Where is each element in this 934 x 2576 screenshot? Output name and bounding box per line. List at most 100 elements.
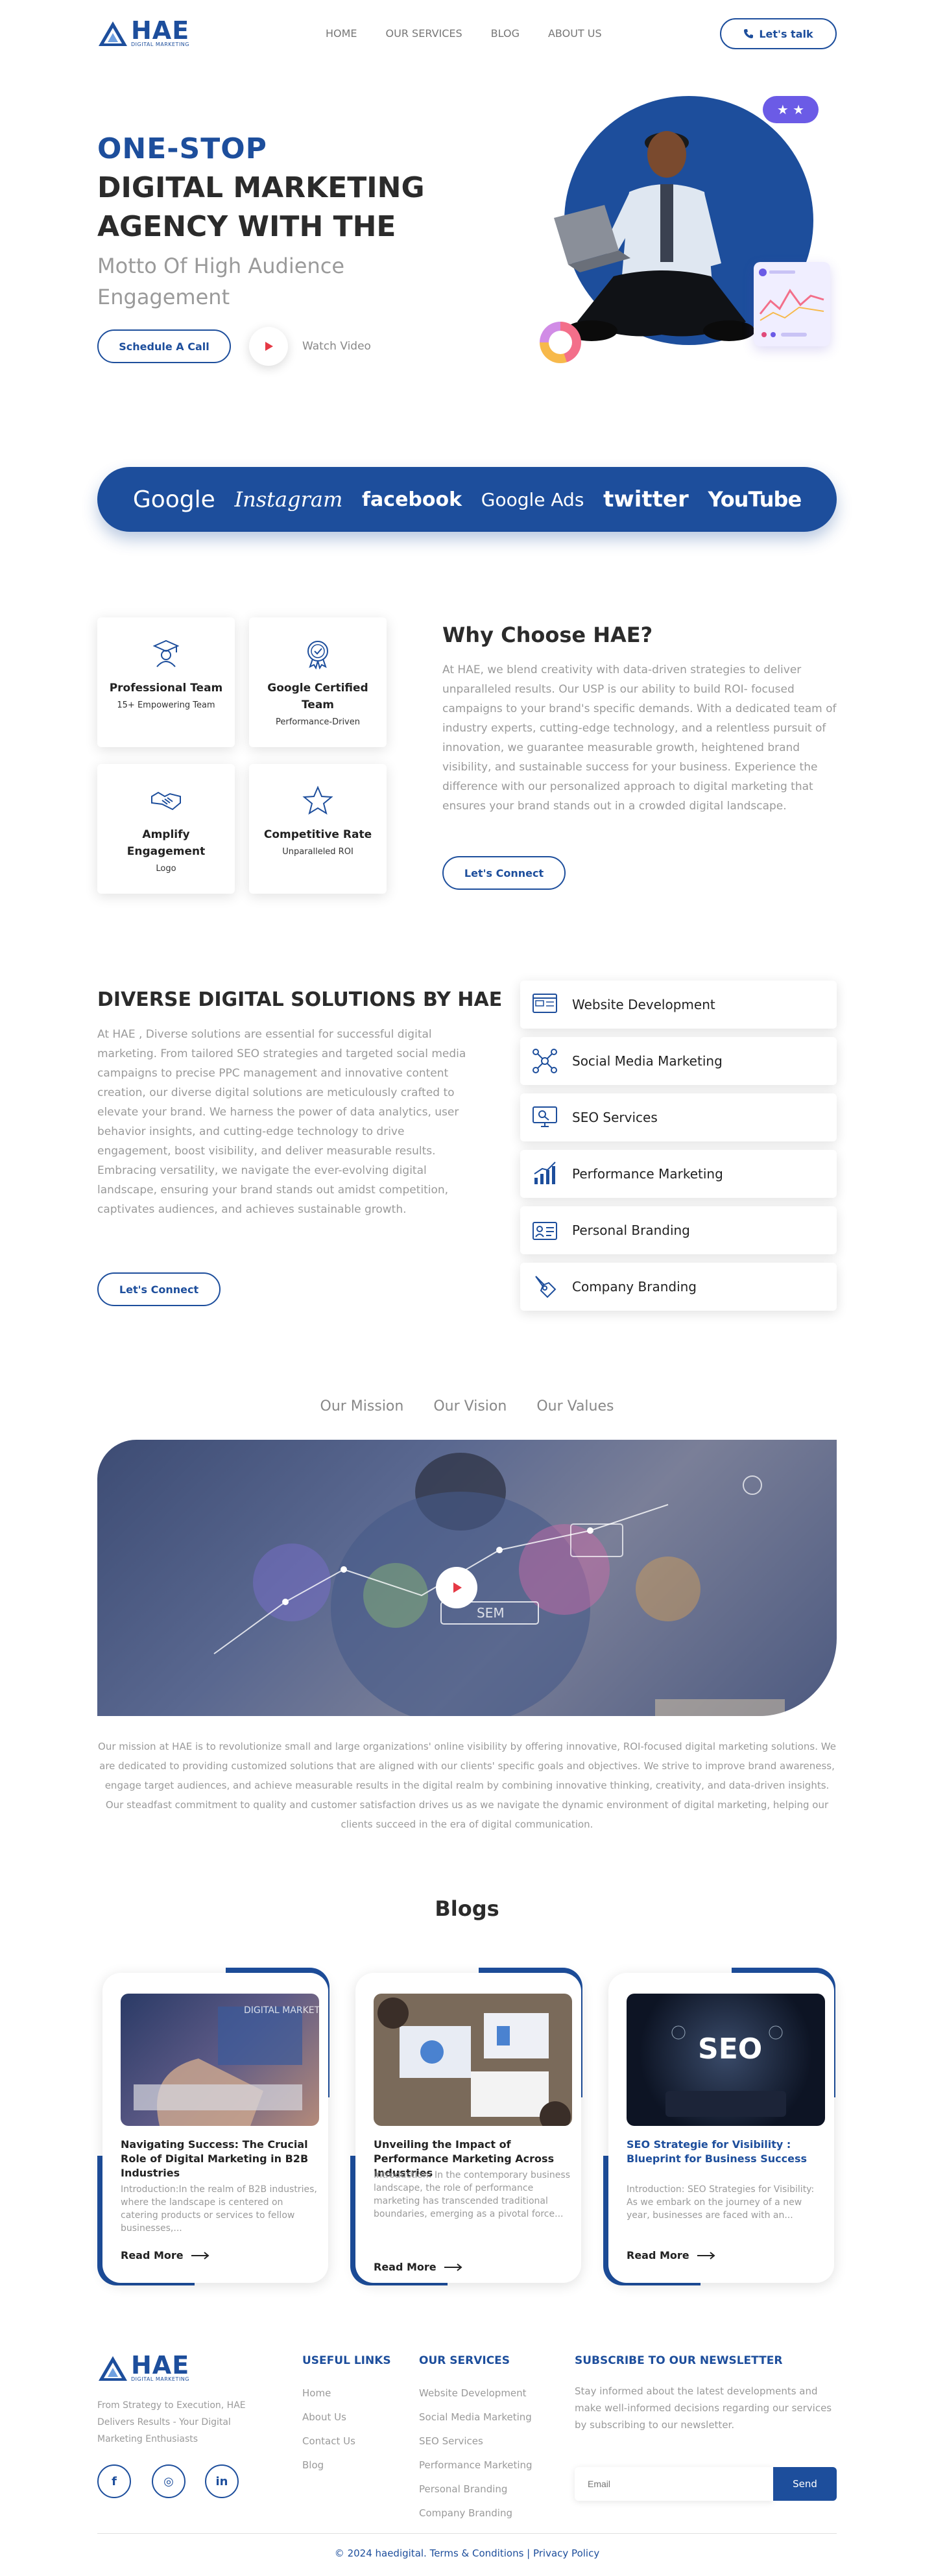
our-services-heading: OUR SERVICES [419, 2354, 510, 2367]
blog-card-body: SEO SEO Strategie for Visibility : Bluep… [608, 1973, 834, 2283]
header: HAE DIGITAL MARKETING HOME OUR SERVICES … [0, 0, 934, 67]
star-icon [302, 785, 333, 815]
read-more-label: Read More [121, 2249, 184, 2261]
graduate-icon [152, 639, 180, 667]
read-more-link[interactable]: Read More [121, 2249, 210, 2261]
instagram-icon[interactable]: ◎ [152, 2464, 186, 2498]
footer-service-link[interactable]: Performance Marketing [419, 2453, 533, 2477]
hero-title-line-2: DIGITAL MARKETING [97, 171, 425, 204]
growth-chart-icon [534, 1162, 556, 1184]
svg-text:SEM: SEM [477, 1605, 505, 1621]
read-more-link[interactable]: Read More [627, 2249, 715, 2261]
footer-service-link[interactable]: Social Media Marketing [419, 2405, 533, 2429]
facebook-icon[interactable]: f [97, 2464, 131, 2498]
copyright-text[interactable]: © 2024 haedigital. Terms & Conditions | … [0, 2547, 934, 2559]
blog-card[interactable]: DIGITAL MARKETING Navigating Success: Th… [97, 1968, 329, 2285]
newsletter-send-button[interactable]: Send [773, 2467, 837, 2501]
page: HAE DIGITAL MARKETING HOME OUR SERVICES … [0, 0, 934, 2576]
mission-video-play-button[interactable] [436, 1567, 477, 1608]
feature-subtitle: 15+ Empowering Team [117, 700, 215, 710]
footer-link-home[interactable]: Home [302, 2381, 355, 2405]
read-more-label: Read More [627, 2249, 689, 2261]
logo-subtext: DIGITAL MARKETING [131, 42, 189, 47]
seo-monitor-icon [533, 1106, 557, 1127]
read-more-link[interactable]: Read More [374, 2261, 462, 2273]
feature-title: Amplify Engagement [126, 828, 206, 858]
diverse-heading: DIVERSE DIGITAL SOLUTIONS BY HAE [97, 988, 503, 1011]
brand-youtube: YouTube [708, 487, 802, 512]
footer-service-link[interactable]: SEO Services [419, 2429, 533, 2453]
newsletter-email-input[interactable] [575, 2467, 773, 2501]
arrow-right-icon [697, 2251, 715, 2260]
rating-badge: ★ ★ [763, 96, 819, 123]
why-lets-connect-button[interactable]: Let's Connect [442, 856, 566, 890]
footer-services-list: Website Development Social Media Marketi… [419, 2381, 533, 2525]
service-personal-branding[interactable]: Personal Branding [520, 1206, 837, 1254]
blog-excerpt: Introduction: SEO Strategies for Visibil… [627, 2184, 815, 2221]
nav-about-us[interactable]: ABOUT US [548, 27, 602, 40]
hero-title-line-3: AGENCY WITH THE [97, 210, 396, 243]
footer-service-link[interactable]: Website Development [419, 2381, 533, 2405]
logo-triangle-icon [99, 21, 127, 46]
footer-divider [97, 2533, 837, 2534]
footer-link-contact-us[interactable]: Contact Us [302, 2429, 355, 2453]
tab-our-values[interactable]: Our Values [536, 1398, 614, 1414]
logo[interactable]: HAE DIGITAL MARKETING [97, 18, 189, 47]
footer-description: From Strategy to Execution, HAE Delivers… [97, 2400, 246, 2444]
brand-google-ads: Google Ads [481, 488, 584, 510]
footer-service-link[interactable]: Company Branding [419, 2501, 533, 2525]
tab-our-mission[interactable]: Our Mission [320, 1398, 404, 1414]
brand-bar: Google Instagram facebook Google Ads twi… [97, 467, 837, 532]
phone-icon [744, 29, 754, 38]
diverse-text: At HAE , Diverse solutions are essential… [97, 1028, 466, 1216]
logo-subtext: DIGITAL MARKETING [131, 2376, 189, 2382]
id-card-icon [533, 1222, 557, 1240]
blog-card-body: Unveiling the Impact of Performance Mark… [355, 1973, 581, 2283]
linkedin-icon[interactable]: in [205, 2464, 239, 2498]
feature-card-competitive-rate: Competitive Rate Unparalleled ROI [249, 764, 387, 894]
watch-video-play-button[interactable] [249, 327, 288, 366]
service-company-branding[interactable]: Company Branding [520, 1263, 837, 1311]
arrow-right-icon [444, 2263, 462, 2271]
feature-card-professional-team: Professional Team 15+ Empowering Team [97, 617, 235, 747]
service-social-media-marketing[interactable]: Social Media Marketing [520, 1037, 837, 1085]
blog-image: DIGITAL MARKETING [121, 1994, 319, 2126]
blog-image: SEO [627, 1994, 825, 2126]
handshake-icon [151, 791, 181, 811]
watch-video-label[interactable]: Watch Video [302, 340, 371, 353]
arrow-right-icon [191, 2251, 210, 2260]
network-icon [533, 1049, 557, 1073]
blog-title[interactable]: SEO Strategie for Visibility : Blueprint… [627, 2138, 825, 2166]
schedule-call-button[interactable]: Schedule A Call [97, 329, 231, 363]
tab-our-vision[interactable]: Our Vision [433, 1398, 507, 1414]
website-icon [533, 994, 557, 1013]
mission-text: Our mission at HAE is to revolutionize s… [98, 1741, 836, 1830]
useful-links-heading: USEFUL LINKS [302, 2354, 391, 2367]
brand-twitter: twitter [603, 486, 689, 512]
blog-card[interactable]: SEO SEO Strategie for Visibility : Bluep… [603, 1968, 835, 2285]
nav-our-services[interactable]: OUR SERVICES [386, 27, 462, 40]
feature-title: Competitive Rate [263, 828, 372, 841]
feature-subtitle: Unparalleled ROI [282, 847, 353, 857]
service-label: Personal Branding [572, 1222, 690, 1238]
service-website-development[interactable]: Website Development [520, 981, 837, 1029]
nav-blog[interactable]: BLOG [491, 27, 520, 40]
service-performance-marketing[interactable]: Performance Marketing [520, 1150, 837, 1198]
lets-talk-button[interactable]: Let's talk [720, 18, 837, 49]
hero-subtitle: Motto Of High Audience Engagement [97, 254, 344, 309]
footer-link-about-us[interactable]: About Us [302, 2405, 355, 2429]
footer-logo[interactable]: HAE DIGITAL MARKETING [97, 2353, 189, 2382]
mission-tabs: Our Mission Our Vision Our Values [0, 1398, 934, 1414]
footer-link-blog[interactable]: Blog [302, 2453, 355, 2477]
diverse-lets-connect-button[interactable]: Let's Connect [97, 1272, 221, 1306]
blog-card-body: DIGITAL MARKETING Navigating Success: Th… [102, 1973, 328, 2283]
pen-tool-icon [535, 1276, 557, 1298]
brand-facebook: facebook [361, 488, 462, 511]
feature-title: Professional Team [109, 682, 223, 695]
nav-home[interactable]: HOME [326, 27, 357, 40]
blog-title[interactable]: Navigating Success: The Crucial Role of … [121, 2138, 319, 2180]
service-seo-services[interactable]: SEO Services [520, 1093, 837, 1141]
footer-service-link[interactable]: Personal Branding [419, 2477, 533, 2501]
feature-card-google-certified: Google Certified Team Performance-Driven [249, 617, 387, 747]
blog-card[interactable]: Unveiling the Impact of Performance Mark… [350, 1968, 582, 2285]
